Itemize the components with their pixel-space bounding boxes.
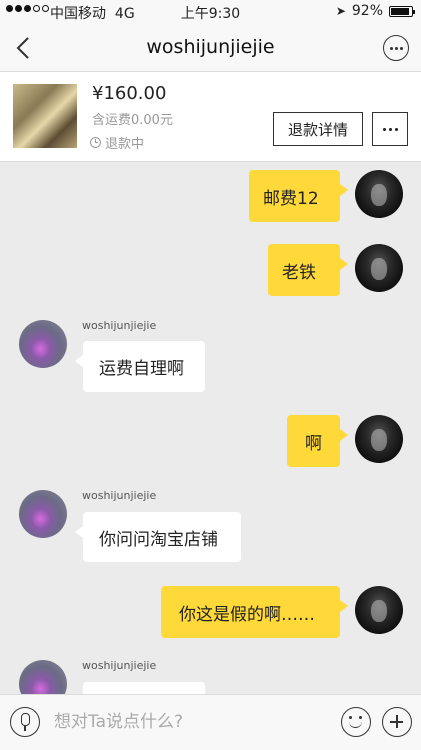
my-message-bubble[interactable]: 你这是假的啊…… [161,586,348,638]
product-card: ¥160.00 含运费0.00元 退款中 退款详情 [0,72,421,162]
product-more-button[interactable] [372,112,408,146]
nav-bar: woshijunjiejie [0,24,421,72]
microphone-icon[interactable] [10,707,40,737]
sender-name: woshijunjiejie [82,659,157,672]
emoji-icon[interactable] [341,707,371,737]
contact-avatar[interactable] [19,490,67,538]
refund-status: 退款中 [90,133,144,152]
their-message-bubble[interactable]: 运费自理啊 [75,341,205,392]
battery-percent: 92% [351,3,383,19]
my-message-bubble[interactable]: 老铁 [268,244,348,296]
refund-details-button[interactable]: 退款详情 [273,112,363,146]
my-avatar[interactable] [355,244,403,292]
product-price: ¥160.00 [92,83,167,104]
my-message-bubble[interactable]: 啊 [287,415,348,467]
my-avatar[interactable] [355,415,403,463]
location-icon: ➤ [335,4,346,18]
my-avatar[interactable] [355,586,403,634]
battery-icon [389,5,415,17]
status-bar: 中国移动 4G 上午9:30 ➤ 92% [0,0,421,24]
plus-icon[interactable] [382,707,412,737]
clock-icon [90,137,101,148]
my-message-bubble[interactable]: 邮费12 [249,170,348,222]
message-input-bar [0,694,421,750]
contact-avatar[interactable] [19,320,67,368]
sender-name: woshijunjiejie [82,319,157,332]
refund-status-label: 退款中 [105,137,145,152]
more-options-button[interactable] [383,35,409,61]
product-thumbnail[interactable] [13,84,77,148]
their-message-bubble[interactable]: 你问问淘宝店铺 [75,512,241,562]
message-input[interactable] [54,706,324,738]
page-title: woshijunjiejie [146,36,275,58]
sender-name: woshijunjiejie [82,489,157,502]
shipping-fee: 含运费0.00元 [92,113,173,128]
my-avatar[interactable] [355,170,403,218]
